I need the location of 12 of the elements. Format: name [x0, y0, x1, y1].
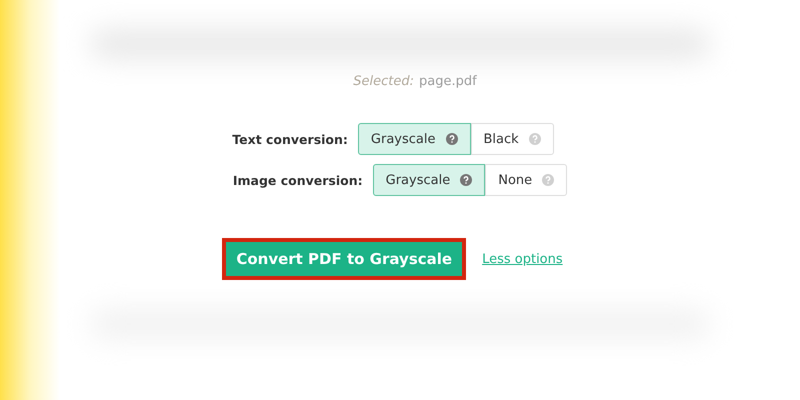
choice-button[interactable]: Grayscale [358, 123, 470, 155]
file-name: page.pdf [419, 74, 477, 89]
help-icon [542, 174, 554, 186]
help-icon [460, 174, 472, 186]
help-icon [528, 133, 541, 145]
option-label: Image conversion: [232, 172, 363, 188]
selected-label: Selected: [353, 74, 414, 89]
choice-button[interactable]: Black [470, 123, 554, 155]
choice-button[interactable]: None [485, 164, 568, 196]
option-label: Text conversion: [232, 132, 348, 146]
help-icon [446, 133, 458, 145]
choice-button[interactable]: Grayscale [372, 164, 486, 196]
